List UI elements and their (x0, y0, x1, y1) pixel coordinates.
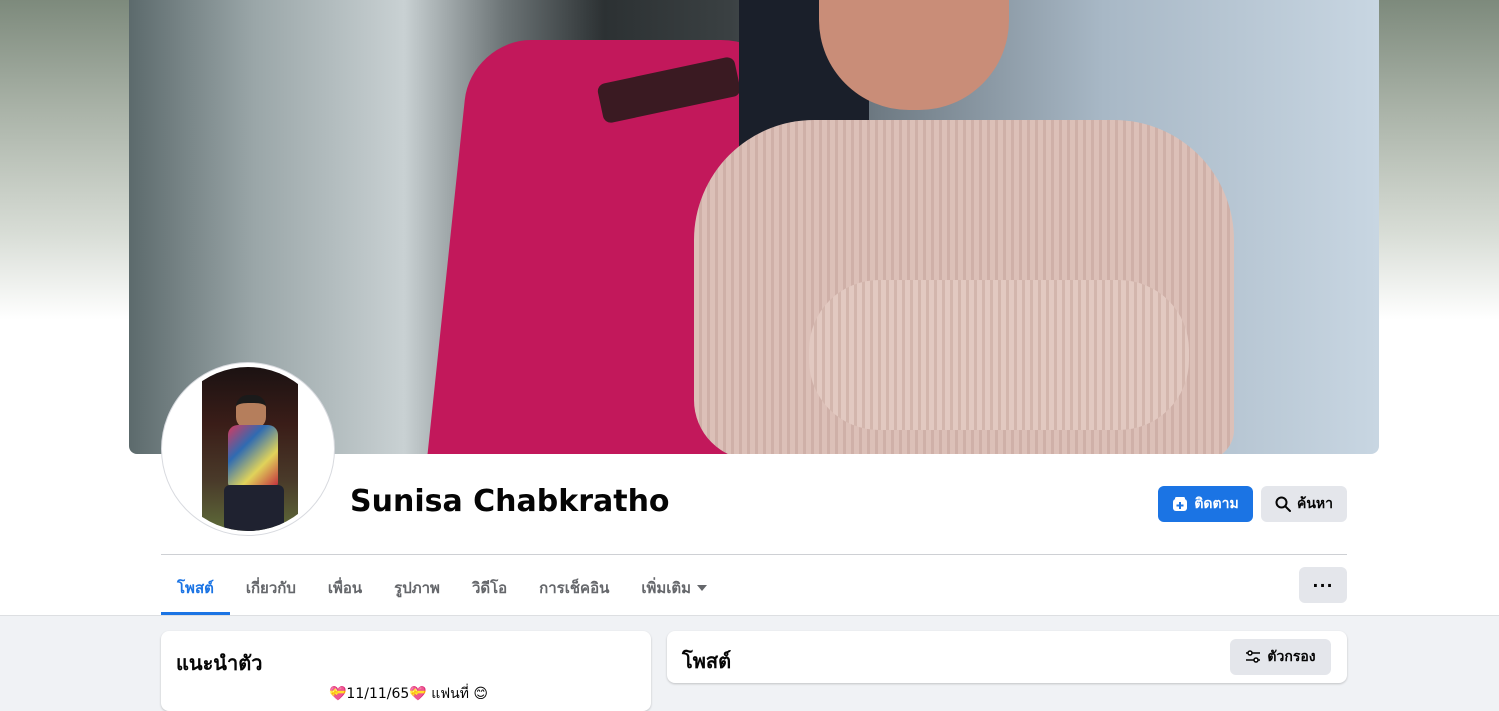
more-dots-icon: ··· (1312, 575, 1334, 595)
tab-more[interactable]: เพิ่มเติม (625, 564, 723, 615)
avatar-figure-shirt (228, 425, 278, 487)
avatar (166, 367, 330, 531)
profile-name: Sunisa Chabkratho (350, 484, 670, 519)
posts-card: โพสต์ ตัวกรอง (667, 631, 1347, 683)
filter-button-label: ตัวกรอง (1267, 649, 1316, 665)
tab-label: วิดีโอ (471, 579, 508, 597)
cover-photo[interactable] (129, 0, 1379, 454)
posts-title: โพสต์ (682, 649, 732, 673)
tab-label: เกี่ยวกับ (245, 579, 296, 597)
tab-checkins[interactable]: การเช็คอิน (523, 564, 625, 615)
tab-label: รูปภาพ (394, 579, 440, 597)
search-button-label: ค้นหา (1296, 496, 1334, 512)
filter-button[interactable]: ตัวกรอง (1230, 639, 1331, 675)
caret-down-icon (697, 585, 708, 591)
tab-label: เพื่อน (327, 579, 363, 597)
follow-button[interactable]: ติดตาม (1158, 486, 1253, 522)
avatar-figure-legs (224, 485, 284, 531)
tab-label: การเช็คอิน (539, 579, 610, 597)
profile-picture[interactable] (161, 362, 335, 536)
tab-videos[interactable]: วิดีโอ (456, 564, 523, 615)
profile-tabs: โพสต์ เกี่ยวกับ เพื่อน รูปภาพ วิดีโอ การ… (161, 564, 723, 615)
tab-label: โพสต์ (177, 579, 214, 597)
cover-figure-arms (809, 280, 1189, 430)
search-button[interactable]: ค้นหา (1261, 486, 1347, 522)
intro-bio: 💝11/11/65💝 แฟนที่ 😊 (329, 686, 488, 702)
header-divider (161, 554, 1347, 555)
intro-title: แนะนำตัว (176, 651, 263, 675)
tab-friends[interactable]: เพื่อน (312, 564, 378, 615)
tab-photos[interactable]: รูปภาพ (378, 564, 456, 615)
avatar-figure-head (236, 395, 266, 429)
tab-about[interactable]: เกี่ยวกับ (230, 564, 312, 615)
intro-card: แนะนำตัว 💝11/11/65💝 แฟนที่ 😊 (161, 631, 651, 711)
filter-sliders-icon (1246, 650, 1261, 663)
tab-label: เพิ่มเติม (641, 579, 692, 597)
tab-posts[interactable]: โพสต์ (161, 564, 230, 615)
search-icon (1275, 496, 1291, 512)
header-bottom-border (0, 615, 1499, 616)
follow-button-label: ติดตาม (1194, 496, 1239, 512)
follow-plus-icon (1173, 497, 1188, 511)
more-options-button[interactable]: ··· (1299, 567, 1347, 603)
